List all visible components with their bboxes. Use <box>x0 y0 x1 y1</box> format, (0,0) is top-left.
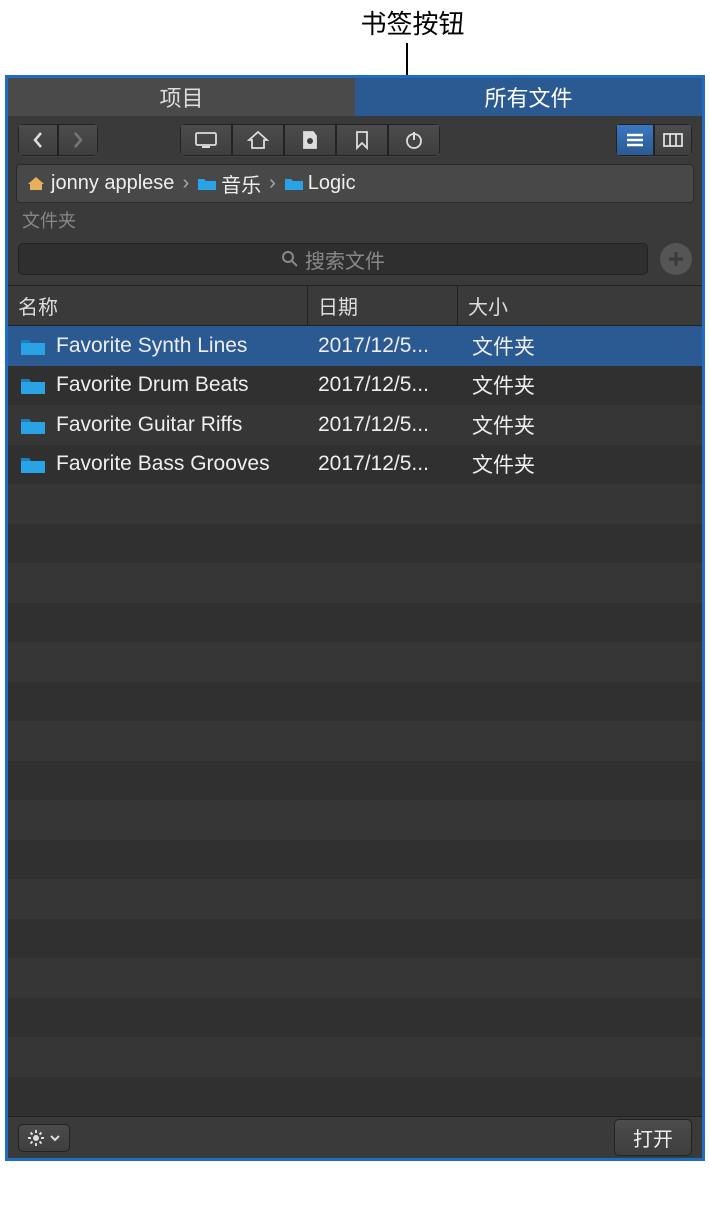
view-buttons <box>616 124 692 156</box>
breadcrumb-item[interactable]: jonny applese <box>51 172 174 195</box>
forward-button[interactable] <box>58 124 98 156</box>
column-view-button[interactable] <box>654 124 692 156</box>
file-list: Favorite Synth Lines2017/12/5...文件夹Favor… <box>8 326 702 1116</box>
file-size: 文件夹 <box>472 415 535 438</box>
path-type-label: 文件夹 <box>8 203 702 237</box>
file-name: Favorite Bass Grooves <box>56 452 270 476</box>
search-row: 搜索文件 <box>8 237 702 285</box>
chevron-down-icon <box>49 1133 61 1143</box>
actions-menu-button[interactable] <box>18 1124 70 1152</box>
home-folder-icon <box>27 176 45 191</box>
nav-buttons <box>18 124 98 156</box>
search-placeholder: 搜索文件 <box>305 245 385 274</box>
bookmark-button[interactable] <box>336 124 388 156</box>
table-row <box>8 761 702 801</box>
table-row <box>8 603 702 643</box>
computer-button[interactable] <box>180 124 232 156</box>
folder-icon <box>20 415 46 435</box>
folder-icon <box>20 375 46 395</box>
table-row <box>8 1037 702 1077</box>
callout-line <box>406 43 408 75</box>
display-icon <box>194 131 218 149</box>
file-size: 文件夹 <box>472 375 535 398</box>
folder-icon <box>20 336 46 356</box>
file-date: 2017/12/5... <box>318 334 429 357</box>
file-date: 2017/12/5... <box>318 452 429 475</box>
file-size: 文件夹 <box>472 336 535 359</box>
column-header-size[interactable]: 大小 <box>458 286 702 325</box>
table-row <box>8 958 702 998</box>
tab-bar: 项目 所有文件 <box>8 78 702 116</box>
breadcrumb-separator: › <box>269 172 276 195</box>
breadcrumb-item[interactable]: 音乐 <box>221 169 261 198</box>
tab-project[interactable]: 项目 <box>8 78 355 116</box>
add-button[interactable] <box>660 243 692 275</box>
table-row <box>8 484 702 524</box>
tab-all-files[interactable]: 所有文件 <box>355 78 702 116</box>
doc-icon <box>301 130 319 150</box>
breadcrumb-separator: › <box>182 172 189 195</box>
power-icon <box>404 130 424 150</box>
open-button[interactable]: 打开 <box>614 1119 692 1156</box>
file-name: Favorite Guitar Riffs <box>56 413 242 437</box>
file-size: 文件夹 <box>472 454 535 477</box>
music-folder-icon <box>197 176 215 191</box>
plus-icon <box>667 250 685 268</box>
file-date: 2017/12/5... <box>318 373 429 396</box>
table-row <box>8 800 702 840</box>
table-row <box>8 879 702 919</box>
toolbar <box>8 116 702 164</box>
list-icon <box>625 132 645 148</box>
folder-icon <box>20 454 46 474</box>
back-button[interactable] <box>18 124 58 156</box>
table-row <box>8 721 702 761</box>
folder-icon <box>284 176 302 191</box>
breadcrumb-item[interactable]: Logic <box>308 172 356 195</box>
file-browser-window: 项目 所有文件 <box>5 75 705 1161</box>
table-row <box>8 682 702 722</box>
table-row <box>8 919 702 959</box>
footer: 打开 <box>8 1116 702 1158</box>
file-name: Favorite Drum Beats <box>56 373 249 397</box>
breadcrumb[interactable]: jonny applese › 音乐 › Logic <box>16 164 694 203</box>
column-header-name[interactable]: 名称 <box>8 286 308 325</box>
column-headers: 名称 日期 大小 <box>8 285 702 326</box>
list-view-button[interactable] <box>616 124 654 156</box>
projects-button[interactable] <box>284 124 336 156</box>
column-header-date[interactable]: 日期 <box>308 286 458 325</box>
table-row[interactable]: Favorite Synth Lines 2017/12/5... 文件夹 <box>8 326 702 366</box>
table-row[interactable]: Favorite Guitar Riffs 2017/12/5... 文件夹 <box>8 405 702 445</box>
gear-icon <box>27 1129 45 1147</box>
table-row[interactable]: Favorite Bass Grooves 2017/12/5... 文件夹 <box>8 445 702 485</box>
home-button[interactable] <box>232 124 284 156</box>
table-row <box>8 1077 702 1117</box>
callout-label: 书签按钮 <box>115 0 710 43</box>
home-icon <box>247 130 269 150</box>
table-row <box>8 998 702 1038</box>
table-row <box>8 840 702 880</box>
table-row <box>8 563 702 603</box>
server-button[interactable] <box>388 124 440 156</box>
search-icon <box>281 250 299 268</box>
table-row <box>8 642 702 682</box>
bookmark-icon <box>355 130 369 150</box>
file-date: 2017/12/5... <box>318 413 429 436</box>
location-buttons <box>180 124 440 156</box>
file-name: Favorite Synth Lines <box>56 334 247 358</box>
table-row[interactable]: Favorite Drum Beats 2017/12/5... 文件夹 <box>8 366 702 406</box>
chevron-right-icon <box>72 131 84 149</box>
columns-icon <box>662 132 684 148</box>
search-input[interactable]: 搜索文件 <box>18 243 648 275</box>
chevron-left-icon <box>32 131 44 149</box>
table-row <box>8 524 702 564</box>
